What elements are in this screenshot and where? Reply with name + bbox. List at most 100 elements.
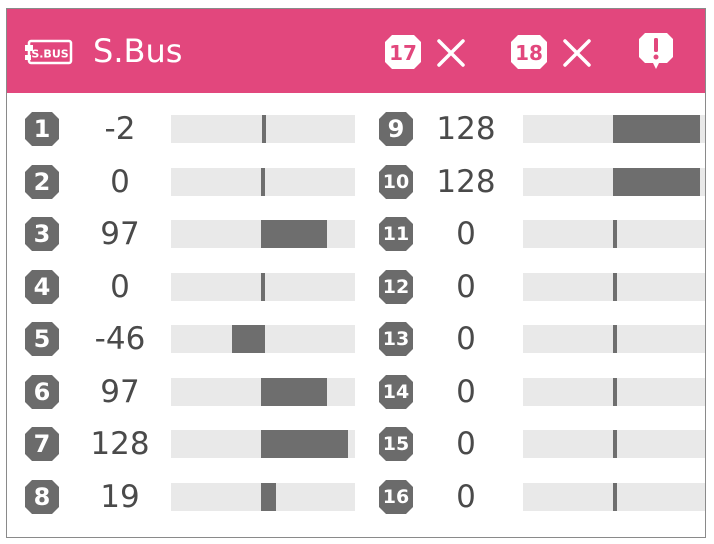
- channel-bar-fill: [613, 220, 617, 248]
- channel-row-5: 5 -46: [25, 321, 355, 357]
- warning-icon[interactable]: [637, 31, 675, 71]
- channel-bar-track: [523, 325, 705, 353]
- channel-value: 0: [456, 216, 476, 252]
- channel-badge: 11: [379, 217, 413, 251]
- x-icon: [437, 39, 465, 67]
- channel-bar-track: [523, 167, 705, 196]
- channel-number: 13: [382, 328, 410, 350]
- channel-badge: 2: [25, 164, 59, 199]
- channel-badge: 12: [379, 269, 413, 304]
- channel-value: 97: [100, 373, 140, 410]
- channel-number: 1: [33, 115, 51, 143]
- channel-17-label: 17: [389, 41, 417, 65]
- channel-bar-track: [171, 482, 355, 511]
- channel-badge: 1: [25, 112, 59, 146]
- channel-value: 128: [436, 111, 496, 147]
- channel-bar-fill: [613, 167, 700, 196]
- channel-number: 7: [33, 430, 51, 458]
- channel-value: 0: [110, 268, 130, 305]
- channel-row-11: 11 0: [379, 216, 705, 252]
- channel-18-label: 18: [515, 41, 543, 65]
- channel-value: 0: [456, 426, 476, 462]
- channel-value: 0: [456, 373, 476, 410]
- channel-bar-track: [523, 220, 705, 248]
- channel-value: 128: [436, 163, 496, 200]
- channel-bar-track: [171, 430, 355, 458]
- sbus-logo-text: S.BUS: [31, 48, 68, 61]
- channel-bar-fill: [261, 272, 265, 301]
- channel-bar-track: [171, 115, 355, 143]
- channel-value: -2: [104, 111, 136, 147]
- channel-row-8: 8 19: [25, 479, 355, 515]
- header-bar: S.BUS S.Bus 17 18: [7, 9, 705, 93]
- channel-number: 4: [33, 272, 51, 301]
- channel-bar-fill: [261, 115, 266, 143]
- channel-number: 14: [382, 380, 410, 403]
- channel-bar-track: [523, 430, 705, 458]
- channel-bar-track: [171, 167, 355, 196]
- channel-row-16: 16 0: [379, 478, 705, 515]
- channel-badge: 6: [25, 374, 59, 409]
- channel-badge: 7: [25, 427, 59, 461]
- channel-number: 10: [382, 170, 410, 193]
- channel-value: 0: [110, 163, 130, 200]
- channel-badge: 4: [25, 269, 59, 304]
- channel-badge: 15: [379, 427, 413, 461]
- channel-row-7: 7 128: [25, 426, 355, 462]
- channel-bar-track: [171, 325, 355, 353]
- channel-badge: 8: [25, 479, 59, 514]
- channel-value: 0: [456, 321, 476, 357]
- channel-value: -46: [94, 321, 146, 357]
- channel-bar-track: [171, 377, 355, 406]
- channel-row-3: 3 97: [25, 216, 355, 252]
- channel-row-15: 15 0: [379, 426, 705, 462]
- channel-number: 11: [382, 223, 410, 245]
- channel-number: 15: [382, 433, 410, 455]
- channel-bar-track: [171, 220, 355, 248]
- channel-bar-track: [171, 272, 355, 301]
- channel-bar-fill: [261, 377, 328, 406]
- channel-bar-fill: [613, 482, 617, 511]
- channel-badge: 10: [379, 164, 413, 199]
- channel-bar-fill: [613, 272, 617, 301]
- channel-bar-fill: [613, 115, 700, 143]
- channel-number: 6: [33, 377, 51, 406]
- sbus-monitor-panel: S.BUS S.Bus 17 18 1 -2 2 0 3 97 4 0 5 -46 6 97 7 128 8…: [6, 8, 706, 538]
- channel-number: 12: [382, 275, 410, 298]
- channel-badge: 5: [25, 322, 59, 356]
- page-title: S.Bus: [93, 32, 183, 70]
- channel-value: 19: [100, 478, 140, 515]
- channel-number: 3: [33, 220, 51, 248]
- channel-number: 2: [33, 167, 51, 196]
- channel-row-4: 40: [25, 269, 355, 305]
- channel-badge: 16: [379, 479, 413, 514]
- channel-number: 16: [382, 485, 410, 508]
- channel-number: 5: [33, 325, 51, 353]
- channel-number: 9: [387, 115, 405, 143]
- channel-value: 128: [90, 426, 150, 462]
- channel-badge: 3: [25, 217, 59, 251]
- channel-row-14: 14 0: [379, 373, 705, 410]
- channel-bar-fill: [613, 430, 617, 458]
- channel-number: 8: [33, 482, 51, 511]
- channel-badge: 13: [379, 322, 413, 356]
- channel-bar-track: [523, 115, 705, 143]
- channel-value: 0: [456, 268, 476, 305]
- channel-18-badge: 18: [511, 35, 547, 69]
- channel-bar-fill: [261, 430, 348, 458]
- channel-bar-fill: [261, 167, 265, 196]
- channel-value: 0: [456, 478, 476, 515]
- channel-bar-fill: [232, 325, 265, 353]
- channel-bar-track: [523, 377, 705, 406]
- channel-bar-fill: [613, 377, 617, 406]
- channel-row-1: 1 -2: [25, 111, 355, 147]
- channel-badge: 14: [379, 374, 413, 409]
- channel-row-2: 20: [25, 164, 355, 200]
- channel-bar-fill: [613, 325, 617, 353]
- channel-row-9: 9 128: [379, 111, 705, 147]
- channel-row-13: 13 0: [379, 321, 705, 357]
- channel-row-12: 12 0: [379, 268, 705, 305]
- x-icon: [563, 39, 591, 67]
- channel-17-badge: 17: [385, 35, 421, 69]
- channel-bar-fill: [261, 482, 276, 511]
